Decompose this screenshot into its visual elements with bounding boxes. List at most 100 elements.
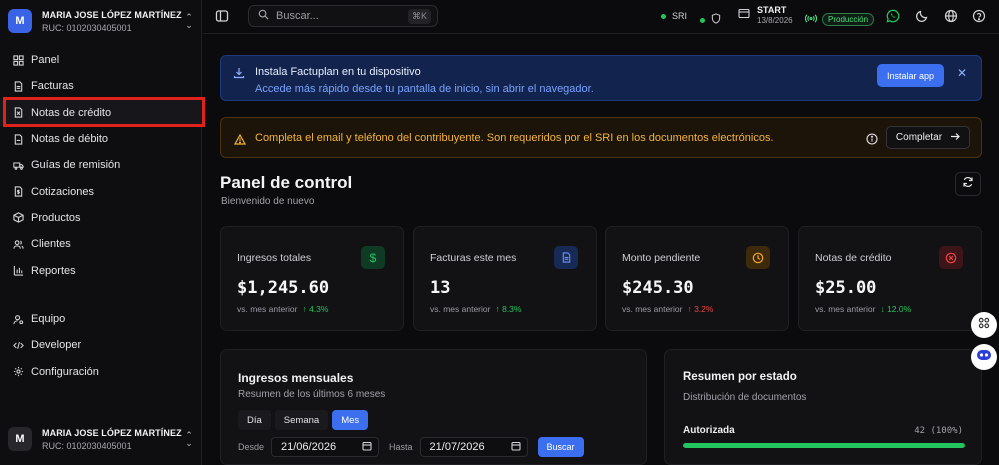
topbar: Buscar... ⌘K SRI START 13/8/2026 Producc… (203, 0, 999, 34)
to-date-input[interactable]: 21/07/2026 (419, 437, 528, 457)
sidebar-item-configuracion[interactable]: Configuración (0, 359, 202, 385)
user-switcher[interactable]: M MARIA JOSE LÓPEZ MARTÍNEZ RUC: 0102030… (8, 424, 194, 454)
period-segmented-control: Día Semana Mes (238, 410, 369, 430)
file-x-icon (13, 107, 24, 118)
status-dot (700, 17, 705, 23)
code-icon (13, 340, 24, 351)
stat-trend: ↑ 8.3% (495, 304, 522, 314)
sidebar-item-panel[interactable]: Panel (0, 47, 202, 73)
stat-foot: vs. mes anterior ↑ 8.3% (430, 304, 522, 314)
plan-status[interactable]: START 13/8/2026 (738, 5, 793, 25)
chevron-up-down-icon: ⌃ ⌄ (185, 430, 193, 448)
stat-value: $245.30 (622, 278, 694, 298)
users-icon (13, 239, 24, 250)
sidebar-item-label: Equipo (31, 313, 66, 326)
calendar-icon (362, 441, 372, 454)
stat-label: Facturas este mes (430, 252, 517, 264)
search-box[interactable]: Buscar... ⌘K (248, 5, 438, 27)
chevron-up-down-icon: ⌃ ⌄ (185, 12, 193, 30)
complete-label: Completar (895, 132, 943, 143)
user-ruc: RUC: 0102030405001 (42, 440, 132, 451)
assistant-float-button[interactable] (971, 344, 997, 370)
certificate-status[interactable] (700, 11, 721, 29)
sidebar-item-reportes[interactable]: Reportes (0, 257, 202, 283)
clock-icon (746, 246, 770, 269)
to-label: Hasta (389, 442, 413, 452)
grid-icon (13, 55, 24, 66)
sidebar-toggle-icon[interactable] (215, 9, 229, 23)
environment-status[interactable]: Producción (804, 10, 875, 28)
status-progress-bar (683, 443, 965, 448)
x-circle-icon (939, 246, 963, 269)
truck-icon (13, 160, 24, 171)
org-avatar: M (8, 9, 32, 33)
sri-status[interactable]: SRI (661, 11, 687, 21)
apps-float-button[interactable] (971, 312, 997, 338)
sidebar-item-developer[interactable]: Developer (0, 332, 202, 358)
status-summary-title: Resumen por estado (683, 371, 797, 383)
org-switcher[interactable]: M MARIA JOSE LÓPEZ MARTÍNEZ RUC: 0102030… (8, 6, 194, 36)
apps-icon (978, 316, 990, 334)
status-row-label: Autorizada (683, 425, 735, 436)
moon-icon[interactable] (915, 9, 929, 23)
complete-button[interactable]: Completar (886, 126, 970, 149)
help-icon[interactable] (972, 9, 986, 23)
page-title: Panel de control (220, 173, 353, 192)
page-subtitle: Bienvenido de nuevo (221, 196, 315, 207)
calendar-icon (510, 441, 521, 454)
stat-foot: vs. mes anterior ↑ 3.2% (622, 304, 714, 314)
search-input[interactable]: Buscar... (276, 10, 408, 22)
sidebar-item-label: Notas de débito (31, 133, 109, 146)
stat-trend: ↓ 12.0% (880, 304, 912, 314)
sidebar-item-label: Panel (31, 54, 60, 67)
income-title: Ingresos mensuales (238, 371, 354, 385)
refresh-button[interactable] (955, 172, 981, 196)
stat-foot: vs. mes anterior ↑ 4.3% (237, 304, 329, 314)
dollar-icon: $ (361, 246, 385, 269)
sidebar-item-equipo[interactable]: Equipo (0, 306, 202, 332)
stat-card-pendiente: Monto pendiente $245.30 vs. mes anterior… (605, 226, 789, 331)
plan-date: 13/8/2026 (757, 16, 793, 25)
segment-dia[interactable]: Día (238, 410, 271, 430)
from-date-input[interactable]: 21/06/2026 (271, 437, 380, 457)
file-invoice-icon (13, 81, 24, 92)
sidebar-item-notas-credito[interactable]: Notas de crédito (0, 99, 202, 126)
install-subtitle: Accede más rápido desde tu pantalla de i… (255, 83, 594, 95)
user-name: MARIA JOSE LÓPEZ MARTÍNEZ (42, 427, 182, 438)
package-icon (13, 212, 24, 224)
search-button[interactable]: Buscar (537, 437, 584, 457)
close-icon[interactable]: ✕ (957, 66, 967, 80)
info-icon[interactable] (866, 132, 878, 150)
search-icon (258, 7, 269, 25)
shortcut-badge: ⌘K (407, 8, 431, 24)
install-app-button[interactable]: Instalar app (877, 64, 944, 87)
status-dot (661, 13, 666, 19)
install-banner: Instala Factuplan en tu dispositivo Acce… (220, 55, 982, 101)
sidebar-item-clientes[interactable]: Clientes (0, 231, 202, 257)
warning-text: Completa el email y teléfono del contrib… (255, 132, 774, 144)
sidebar-item-guias[interactable]: Guías de remisión (0, 152, 202, 178)
sidebar-item-facturas[interactable]: Facturas (0, 73, 202, 99)
stat-label: Notas de crédito (815, 252, 892, 264)
bar-chart-icon (13, 265, 24, 276)
segment-mes[interactable]: Mes (332, 410, 369, 430)
app-root: M MARIA JOSE LÓPEZ MARTÍNEZ RUC: 0102030… (0, 0, 999, 465)
org-ruc: RUC: 0102030405001 (42, 22, 132, 33)
globe-icon[interactable] (944, 9, 958, 23)
whatsapp-icon[interactable] (886, 9, 900, 23)
stat-card-facturas: Facturas este mes 13 vs. mes anterior ↑ 8… (413, 226, 597, 331)
sidebar: M MARIA JOSE LÓPEZ MARTÍNEZ RUC: 0102030… (0, 0, 202, 465)
segment-semana[interactable]: Semana (274, 410, 329, 430)
sidebar-item-productos[interactable]: Productos (0, 205, 202, 231)
sidebar-item-label: Notas de crédito (31, 106, 112, 119)
stat-trend: ↑ 4.3% (302, 304, 329, 314)
sidebar-item-label: Facturas (31, 80, 74, 93)
status-row-value: 42 (100%) (914, 426, 963, 436)
sidebar-item-cotizaciones[interactable]: Cotizaciones (0, 178, 202, 204)
sidebar-item-notas-debito[interactable]: Notas de débito (0, 126, 202, 152)
download-icon (233, 66, 245, 84)
user-avatar: M (8, 427, 32, 451)
stat-card-ingresos: Ingresos totales $ $1,245.60 vs. mes ant… (220, 226, 404, 331)
install-title: Instala Factuplan en tu dispositivo (255, 66, 421, 78)
status-summary-subtitle: Distribución de documentos (683, 392, 807, 403)
